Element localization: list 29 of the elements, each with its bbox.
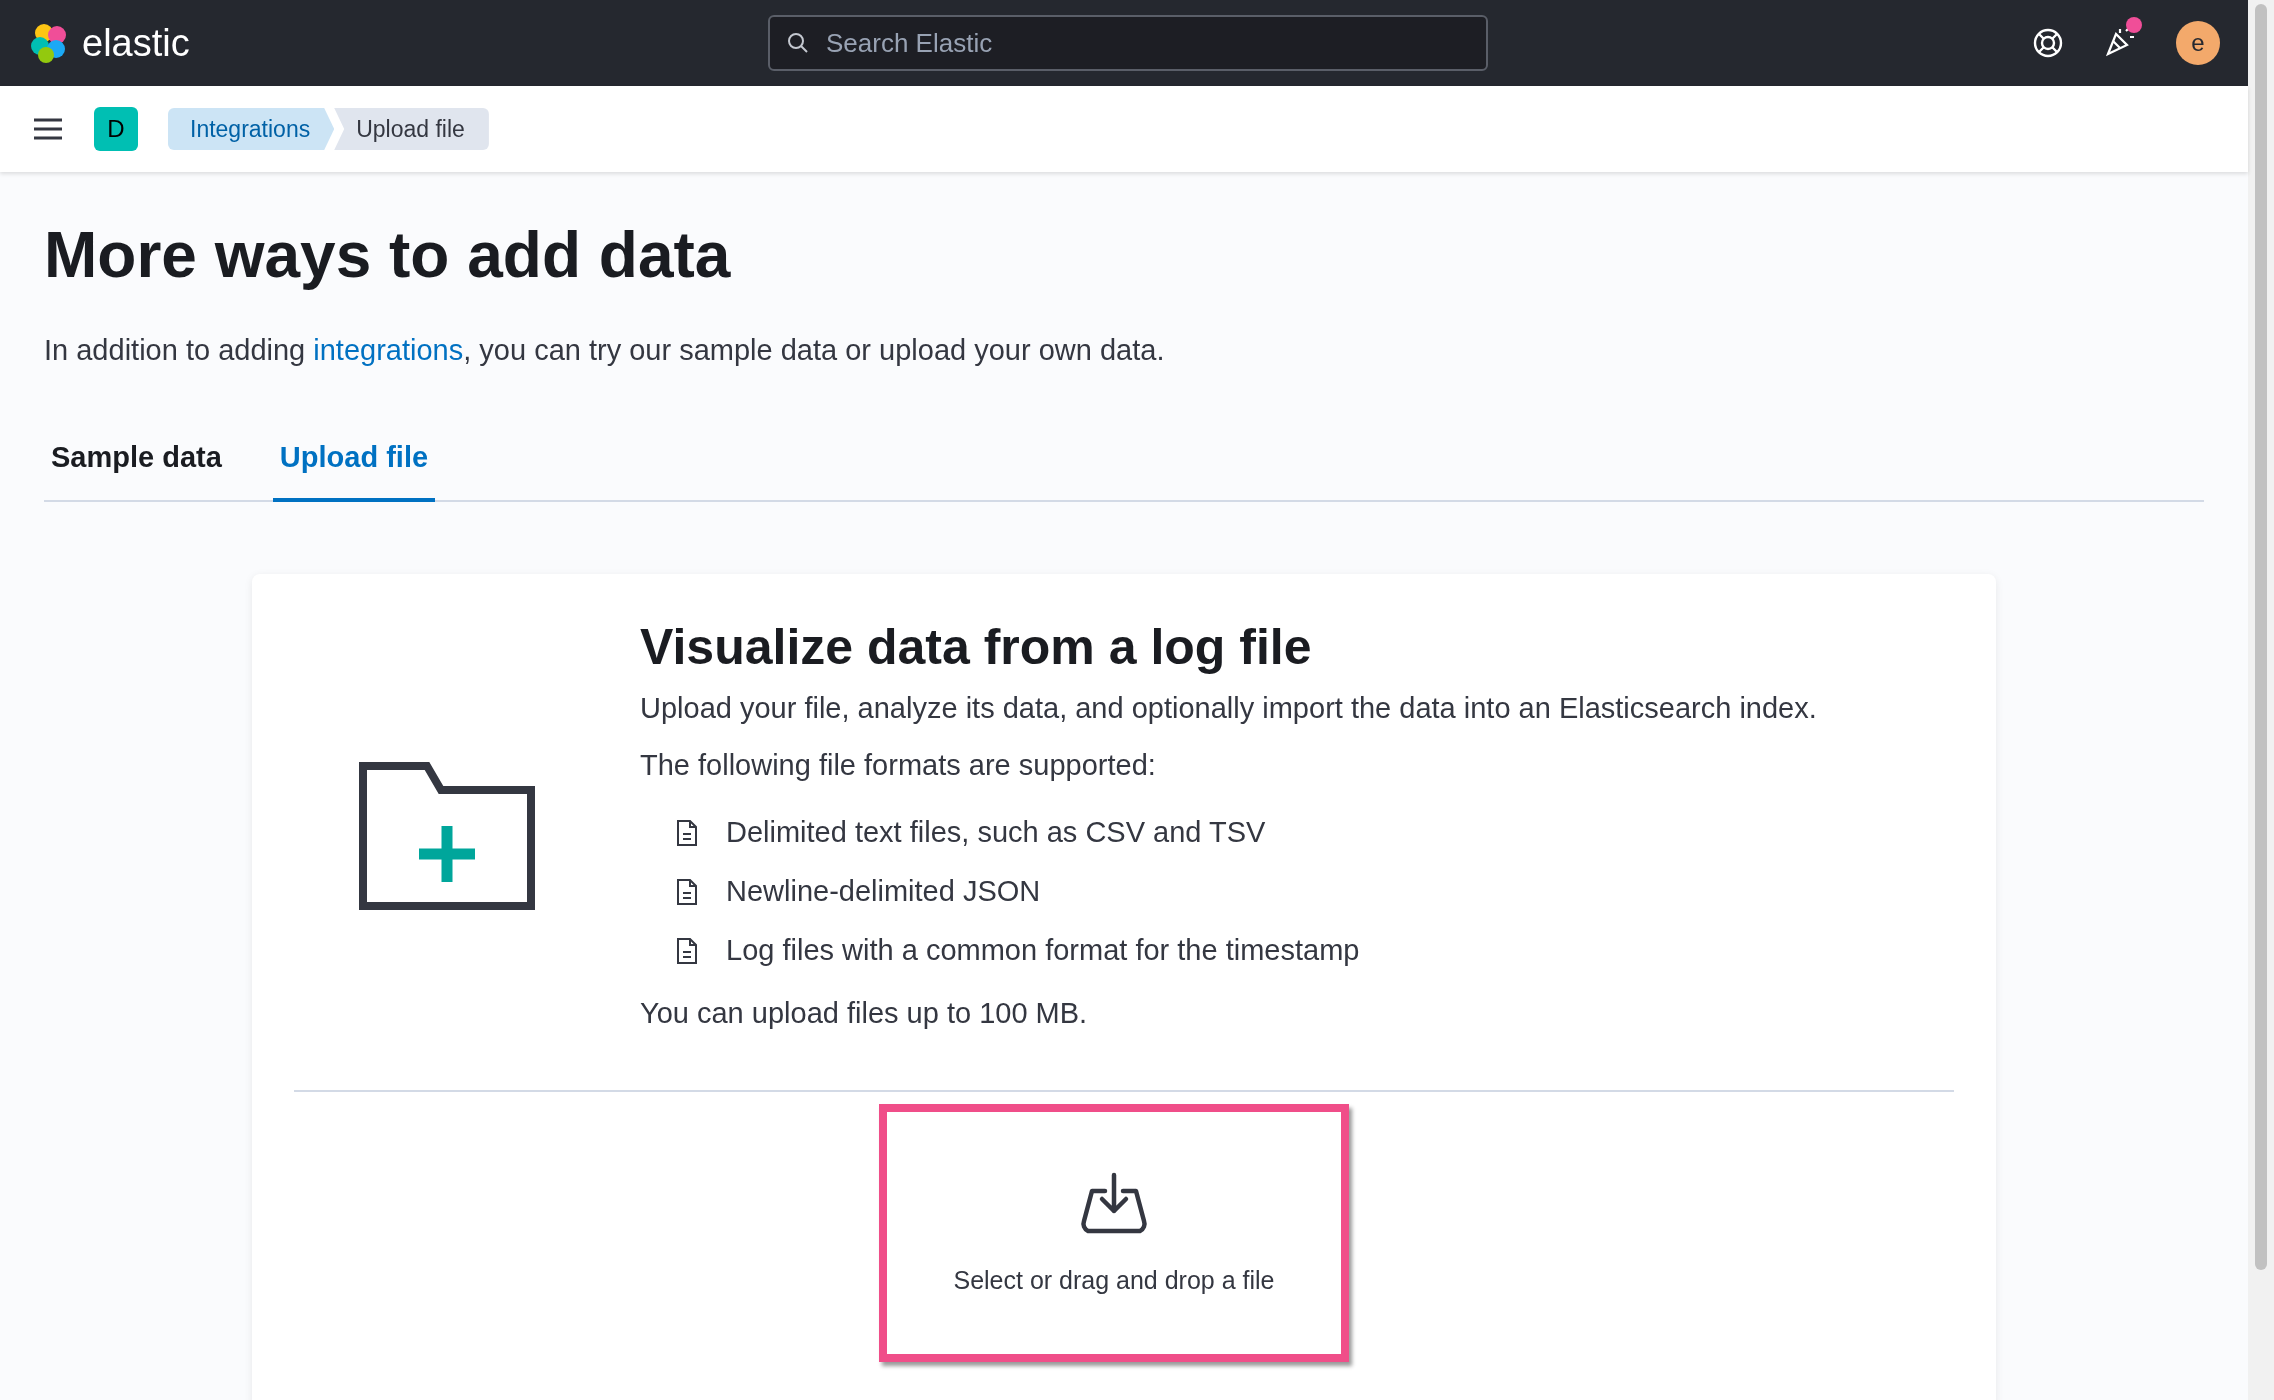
search-field[interactable]: Search Elastic [768, 15, 1488, 71]
file-dropzone[interactable]: Select or drag and drop a file [879, 1104, 1349, 1362]
logo-text: elastic [82, 21, 190, 65]
card-title: Visualize data from a log file [640, 618, 1313, 676]
tab[interactable]: Upload file [272, 419, 436, 502]
document-icon [676, 877, 698, 906]
menu-icon[interactable] [32, 117, 64, 141]
file-format-item: Newline-delimited JSON [726, 875, 1041, 908]
scrollbar-thumb[interactable] [2255, 4, 2267, 1270]
document-icon [676, 818, 698, 847]
formats-intro: The following file formats are supported: [640, 749, 1157, 782]
file-format-item: Log files with a common format for the timestamp [726, 934, 1360, 967]
integrations-link[interactable]: integrations [313, 334, 464, 366]
dropzone-label: Select or drag and drop a file [953, 1265, 1275, 1295]
breadcrumb[interactable]: Upload file [334, 108, 489, 150]
user-avatar[interactable]: e [2176, 21, 2220, 65]
folder-plus-icon [359, 762, 535, 910]
document-icon [676, 936, 698, 965]
intro-text: In addition to adding integrations, you can try our sample data or upload your own data. [44, 334, 1166, 367]
help-icon[interactable] [2032, 27, 2064, 59]
download-tray-icon [1080, 1171, 1148, 1234]
search-icon [786, 31, 810, 55]
card-description: Upload your file, analyze its data, and optionally import the data into an Elasticsearch index. [640, 692, 1818, 725]
page-title: More ways to add data [44, 218, 732, 292]
breadcrumb[interactable]: Integrations [168, 108, 335, 150]
tab[interactable]: Sample data [44, 419, 229, 502]
space-avatar[interactable]: D [94, 107, 138, 151]
size-note: You can upload files up to 100 MB. [640, 997, 1089, 1030]
file-format-item: Delimited text files, such as CSV and TSV [726, 816, 1266, 849]
